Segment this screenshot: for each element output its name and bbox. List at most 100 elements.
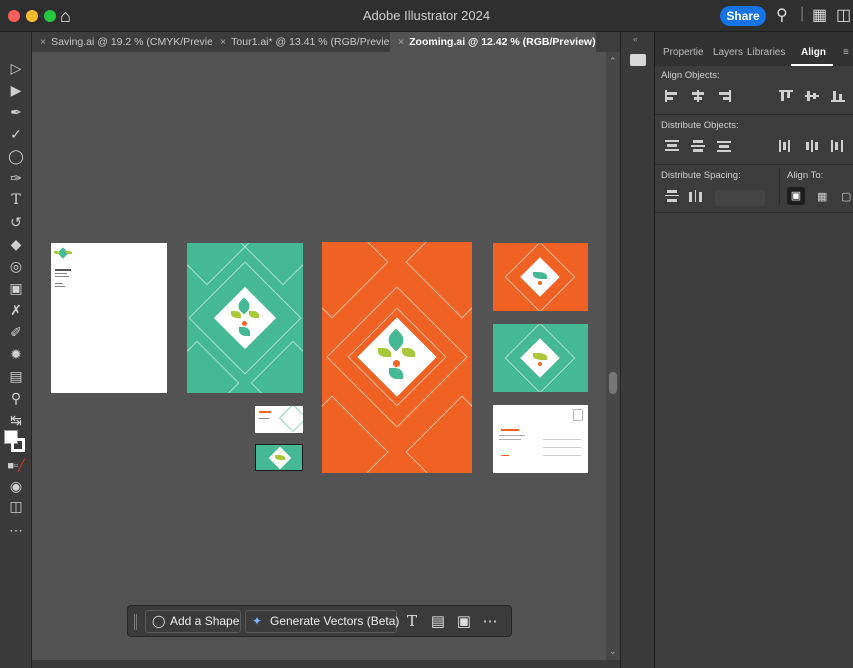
color-mode-icons[interactable]: ■▫╱: [6, 456, 26, 476]
image-trace-icon[interactable]: ▣: [454, 610, 474, 633]
paintbrush-tool-icon[interactable]: ✑: [6, 168, 26, 188]
close-window-button[interactable]: [8, 10, 20, 22]
comments-column: «: [620, 32, 654, 668]
scroll-up-icon[interactable]: ⌃: [609, 56, 617, 67]
tab-label: Tour1.ai* @ 13.41 % (RGB/Previe...: [231, 36, 390, 48]
distribute-objects-label: Distribute Objects:: [661, 120, 739, 131]
align-panel-body: Align Objects: Distribute Objects: Distr…: [655, 66, 853, 668]
align-to-selection-icon[interactable]: ▣: [787, 187, 805, 205]
align-panel: Propertie Layers Libraries Align ≡ Align…: [654, 32, 853, 668]
collapse-panels-icon[interactable]: «: [633, 34, 638, 44]
horizontal-align-right-icon[interactable]: [717, 90, 731, 102]
swap-colors-icon[interactable]: ↹: [6, 410, 26, 430]
close-tab-icon[interactable]: ×: [398, 36, 404, 48]
align-to-key-object-icon[interactable]: ▦: [817, 190, 831, 203]
tab-tour1[interactable]: × Tour1.ai* @ 13.41 % (RGB/Previe...: [212, 32, 390, 52]
tab-properties[interactable]: Propertie: [663, 47, 704, 58]
vertical-scroll-thumb[interactable]: [609, 372, 617, 394]
close-tab-icon[interactable]: ×: [220, 36, 226, 48]
vertical-align-bottom-icon[interactable]: [831, 90, 845, 102]
minimize-window-button[interactable]: [26, 10, 38, 22]
tab-label: Zooming.ai @ 12.42 % (RGB/Preview): [409, 36, 596, 48]
share-button[interactable]: Share: [720, 6, 766, 26]
vertical-distribute-bottom-icon[interactable]: [717, 140, 731, 152]
artboard-green-poster[interactable]: [187, 243, 303, 393]
panel-menu-icon[interactable]: ≡: [843, 47, 849, 58]
artboard-business-card-front[interactable]: [255, 406, 303, 433]
artboard-tool-icon[interactable]: ▤: [6, 366, 26, 386]
pen-tool-icon[interactable]: ✒: [6, 102, 26, 122]
zoom-window-button[interactable]: [44, 10, 56, 22]
horizontal-distribute-center-icon[interactable]: [805, 140, 819, 152]
vertical-distribute-top-icon[interactable]: [665, 140, 679, 152]
horizontal-scrollbar[interactable]: [32, 660, 620, 668]
screen-mode-icon[interactable]: ◫: [6, 496, 26, 516]
stroke-color-swatch[interactable]: [11, 438, 25, 452]
rotate-tool-icon[interactable]: ↺: [6, 212, 26, 232]
home-icon[interactable]: ⌂: [60, 6, 71, 27]
shape-builder-tool-icon[interactable]: ◎: [6, 256, 26, 276]
ellipse-tool-icon[interactable]: ◯: [6, 146, 26, 166]
panel-tabs: Propertie Layers Libraries Align ≡: [655, 40, 853, 66]
draw-mode-icon[interactable]: ◉: [6, 476, 26, 496]
title-bar: ⌂ Adobe Illustrator 2024 Share ⚲ | ▦ ◫: [0, 0, 853, 32]
blend-tool-icon[interactable]: ✐: [6, 322, 26, 342]
vertical-align-top-icon[interactable]: [779, 90, 793, 102]
shapes-icon: ◯: [152, 614, 166, 628]
zoom-tool-icon[interactable]: ⚲: [6, 388, 26, 408]
generate-vectors-icon: ✦: [252, 614, 263, 628]
tab-align[interactable]: Align: [801, 47, 826, 58]
spacing-value-field[interactable]: [715, 190, 765, 206]
search-icon[interactable]: ⚲: [776, 5, 788, 25]
vertical-distribute-space-icon[interactable]: [665, 190, 679, 202]
add-shape-button[interactable]: ◯ Add a Shape: [145, 610, 241, 633]
canvas[interactable]: [32, 52, 608, 660]
horizontal-distribute-right-icon[interactable]: [831, 140, 845, 152]
artboard-icon[interactable]: ▤: [428, 610, 448, 633]
horizontal-align-left-icon[interactable]: [665, 90, 679, 102]
vertical-distribute-center-icon[interactable]: [691, 140, 705, 152]
horizontal-distribute-space-icon[interactable]: [689, 190, 703, 202]
align-to-artboard-icon[interactable]: ▢: [841, 190, 853, 203]
curvature-tool-icon[interactable]: ✓: [6, 124, 26, 144]
gradient-tool-icon[interactable]: ▣: [6, 278, 26, 298]
type-tool-icon[interactable]: T: [6, 190, 26, 210]
close-tab-icon[interactable]: ×: [40, 36, 46, 48]
artboard-orange-card[interactable]: [493, 243, 588, 311]
edit-toolbar-icon[interactable]: ⋯: [6, 520, 26, 540]
scroll-down-icon[interactable]: ⌄: [609, 646, 617, 657]
contextual-task-bar: ◯ Add a Shape ✦ Generate Vectors (Beta) …: [127, 605, 512, 637]
comment-icon[interactable]: [630, 54, 646, 66]
vertical-scrollbar[interactable]: ⌃ ⌄: [606, 52, 620, 660]
artboard-green-card[interactable]: [493, 324, 588, 392]
tab-zooming[interactable]: × Zooming.ai @ 12.42 % (RGB/Preview): [390, 32, 596, 52]
artboard-business-card-back[interactable]: [255, 444, 303, 471]
artboard-postcard[interactable]: [493, 405, 588, 473]
align-to-label: Align To:: [787, 170, 824, 181]
generate-vectors-button[interactable]: ✦ Generate Vectors (Beta): [245, 610, 400, 633]
distribute-spacing-label: Distribute Spacing:: [661, 170, 741, 181]
document-tabs: × Saving.ai @ 19.2 % (CMYK/Previe... × Tou…: [32, 32, 620, 52]
arrange-documents-icon[interactable]: ◫: [836, 5, 851, 25]
horizontal-distribute-left-icon[interactable]: [779, 140, 793, 152]
generate-vectors-label: Generate Vectors (Beta): [270, 614, 400, 628]
tab-saving[interactable]: × Saving.ai @ 19.2 % (CMYK/Previe...: [32, 32, 212, 52]
tools-panel: ▷ ▶ ✒ ✓ ◯ ✑ T ↺ ◆ ◎ ▣ ✗ ✐ ✹ ▤ ⚲ ↹ ■▫╱ ◉ …: [0, 32, 32, 668]
artboard-letterhead[interactable]: [51, 243, 167, 393]
eyedropper-tool-icon[interactable]: ✗: [6, 300, 26, 320]
horizontal-align-center-icon[interactable]: [691, 90, 705, 102]
drag-handle[interactable]: [134, 614, 137, 630]
tab-layers[interactable]: Layers: [713, 47, 743, 58]
eraser-tool-icon[interactable]: ◆: [6, 234, 26, 254]
divider: |: [800, 5, 805, 22]
direct-selection-tool-icon[interactable]: ▶: [6, 80, 26, 100]
more-options-icon[interactable]: ⋯: [480, 610, 500, 633]
tab-label: Saving.ai @ 19.2 % (CMYK/Previe...: [51, 36, 212, 48]
tab-libraries[interactable]: Libraries: [747, 47, 785, 58]
symbol-sprayer-tool-icon[interactable]: ✹: [6, 344, 26, 364]
artboard-orange-poster[interactable]: [322, 242, 472, 473]
type-icon[interactable]: T: [402, 610, 422, 633]
vertical-align-center-icon[interactable]: [805, 90, 819, 102]
workspace-icon[interactable]: ▦: [812, 5, 827, 25]
selection-tool-icon[interactable]: ▷: [6, 58, 26, 78]
